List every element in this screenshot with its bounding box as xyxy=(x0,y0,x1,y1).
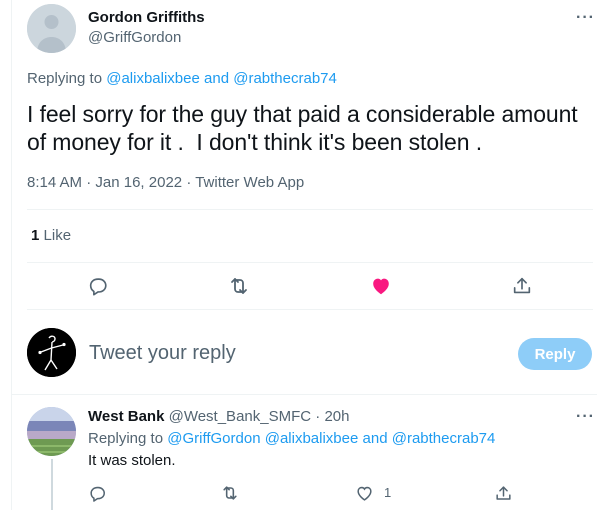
reply-text: It was stolen. xyxy=(88,452,176,469)
reply-author-avatar[interactable] xyxy=(27,407,76,456)
tweet-text: I feel sorry for the guy that paid a con… xyxy=(27,100,593,156)
heart-icon[interactable] xyxy=(347,476,381,510)
tweet-text-line: of money for it . I don't think it's bee… xyxy=(27,129,482,155)
divider xyxy=(11,394,597,395)
thread-line xyxy=(51,459,53,510)
figure-logo-icon xyxy=(27,328,76,377)
tweet-time[interactable]: 8:14 AM xyxy=(27,174,82,191)
stadium-photo-icon xyxy=(27,407,76,456)
meta-separator: · xyxy=(86,174,92,191)
replying-and: and xyxy=(362,430,388,447)
reply-author-handle[interactable]: @West_Bank_SMFC xyxy=(169,408,312,425)
share-icon[interactable] xyxy=(486,476,520,510)
mention-link[interactable]: @rabthecrab74 xyxy=(233,70,337,87)
divider xyxy=(27,262,593,263)
reply-icon[interactable] xyxy=(80,476,114,510)
tweet-source[interactable]: Twitter Web App xyxy=(195,174,304,191)
divider xyxy=(27,309,593,310)
meta-separator: · xyxy=(186,174,192,191)
share-icon[interactable] xyxy=(505,269,539,303)
tweet-text-line: I feel sorry for the guy that paid a con… xyxy=(27,101,578,127)
divider xyxy=(27,209,593,210)
my-avatar[interactable] xyxy=(27,328,76,377)
heart-icon[interactable] xyxy=(364,269,398,303)
mention-link[interactable]: @rabthecrab74 xyxy=(392,430,496,447)
tweet-meta: 8:14 AM · Jan 16, 2022 · Twitter Web App xyxy=(27,174,304,191)
mention-link[interactable]: @alixbalixbee xyxy=(106,70,200,87)
tweet-date[interactable]: Jan 16, 2022 xyxy=(95,174,182,191)
author-name[interactable]: Gordon Griffiths xyxy=(88,9,205,26)
default-avatar-icon xyxy=(27,4,76,53)
author-avatar[interactable] xyxy=(27,4,76,53)
mention-link[interactable]: @GriffGordon xyxy=(167,430,260,447)
reply-button[interactable]: Reply xyxy=(518,338,592,370)
like-count-number: 1 xyxy=(31,227,40,244)
reply-age[interactable]: 20h xyxy=(324,408,349,425)
likes-count[interactable]: 1 Like xyxy=(31,227,71,244)
replying-and: and xyxy=(204,70,230,87)
more-icon[interactable]: ··· xyxy=(576,408,595,426)
reply-like-count: 1 xyxy=(384,485,392,500)
replying-prefix: Replying to xyxy=(88,430,164,447)
reply-input[interactable]: Tweet your reply xyxy=(89,342,236,365)
like-count-label: Like xyxy=(43,227,72,244)
replying-to: Replying to @GriffGordon @alixbalixbee a… xyxy=(88,430,495,447)
replying-prefix: Replying to xyxy=(27,70,103,87)
retweet-icon[interactable] xyxy=(222,269,256,303)
replying-to: Replying to @alixbalixbee and @rabthecra… xyxy=(27,70,337,87)
meta-separator: · xyxy=(315,408,321,425)
retweet-icon[interactable] xyxy=(213,476,247,510)
more-icon[interactable]: ··· xyxy=(576,9,595,27)
reply-author-name[interactable]: West Bank xyxy=(88,408,164,425)
mention-link[interactable]: @alixbalixbee xyxy=(265,430,359,447)
reply-icon[interactable] xyxy=(81,269,115,303)
reply-author: West Bank @West_Bank_SMFC · 20h xyxy=(88,408,349,425)
author-handle[interactable]: @GriffGordon xyxy=(88,29,181,46)
